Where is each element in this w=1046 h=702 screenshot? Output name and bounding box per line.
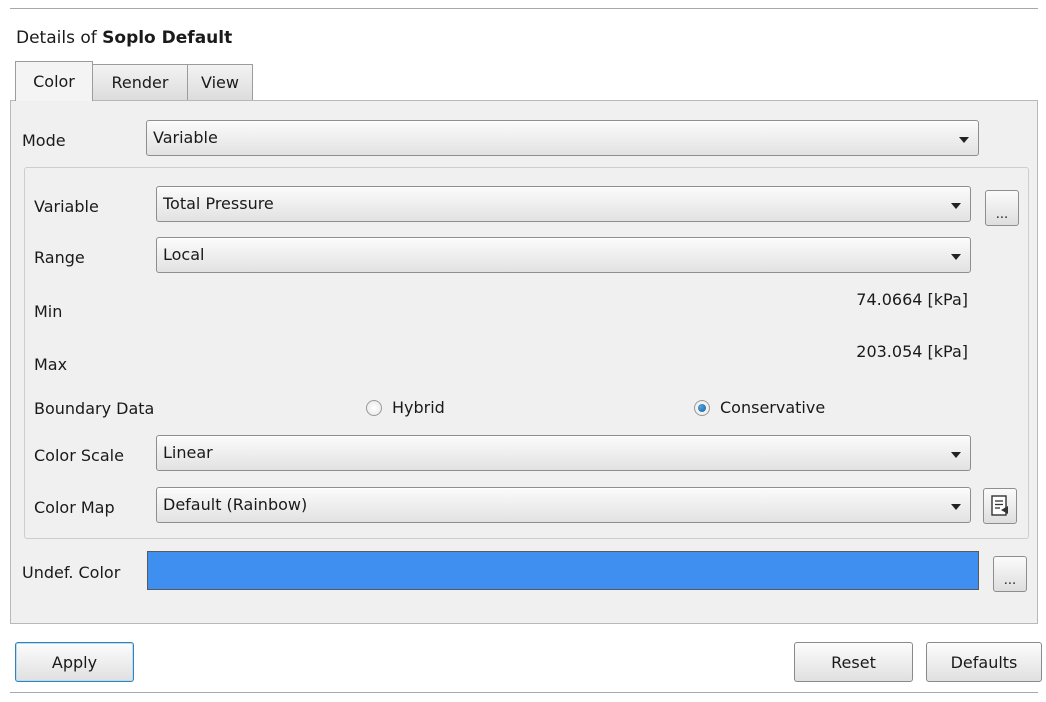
tab-color-label: Color (33, 72, 75, 91)
color-scale-select[interactable]: Linear (156, 435, 971, 471)
variable-select-value: Total Pressure (163, 194, 274, 213)
apply-button-label: Apply (51, 652, 98, 672)
ellipsis-icon: ... (1003, 573, 1017, 588)
defaults-button[interactable]: Defaults (926, 642, 1042, 682)
color-map-select[interactable]: Default (Rainbow) (156, 487, 971, 523)
radio-conservative[interactable]: Conservative (694, 398, 825, 417)
radio-conservative-label: Conservative (720, 398, 826, 417)
reset-button-label: Reset (831, 652, 876, 672)
defaults-button-label: Defaults (950, 652, 1018, 672)
ellipsis-icon: ... (995, 207, 1009, 222)
radio-hybrid[interactable]: Hybrid (366, 398, 445, 417)
radio-hybrid-indicator (366, 399, 382, 416)
tab-view-label: View (201, 73, 239, 92)
variable-more-button[interactable]: ... (985, 190, 1019, 226)
color-map-select-value: Default (Rainbow) (163, 495, 308, 514)
reset-button[interactable]: Reset (794, 642, 913, 682)
mode-select-value: Variable (153, 128, 218, 147)
details-title-prefix: Details of (16, 28, 103, 48)
min-label: Min (34, 302, 63, 321)
variable-select[interactable]: Total Pressure (156, 186, 971, 222)
details-title: Details of Soplo Default (16, 28, 232, 48)
tab-render[interactable]: Render (92, 64, 188, 100)
bottom-divider (10, 692, 1038, 693)
variable-label: Variable (34, 197, 99, 216)
apply-button[interactable]: Apply (15, 642, 134, 682)
radio-hybrid-label: Hybrid (392, 398, 445, 417)
color-map-label: Color Map (34, 498, 115, 517)
range-label: Range (34, 248, 85, 267)
color-scale-select-value: Linear (163, 443, 213, 462)
chevron-down-icon (951, 203, 961, 209)
range-select-value: Local (163, 245, 205, 264)
undef-color-more-button[interactable]: ... (993, 556, 1027, 592)
color-map-edit-button[interactable] (983, 488, 1017, 524)
undef-color-label: Undef. Color (22, 563, 121, 582)
undef-color-swatch[interactable] (147, 551, 979, 590)
chevron-down-icon (951, 504, 961, 510)
boundary-data-label: Boundary Data (34, 399, 155, 418)
range-select[interactable]: Local (156, 237, 971, 273)
mode-label: Mode (22, 131, 66, 150)
top-divider (10, 8, 1038, 9)
chevron-down-icon (951, 254, 961, 260)
max-value: 203.054 [kPa] (856, 342, 968, 361)
min-value: 74.0664 [kPa] (856, 290, 968, 309)
chevron-down-icon (951, 452, 961, 458)
tab-color[interactable]: Color (15, 61, 93, 101)
max-label: Max (34, 355, 68, 374)
mode-select[interactable]: Variable (146, 120, 979, 156)
chevron-down-icon (959, 137, 969, 143)
tab-view[interactable]: View (187, 64, 253, 100)
document-edit-icon (991, 495, 1008, 516)
color-scale-label: Color Scale (34, 446, 124, 465)
radio-conservative-indicator (694, 399, 710, 416)
tab-render-label: Render (111, 73, 169, 92)
details-object-name: Soplo Default (102, 28, 233, 48)
